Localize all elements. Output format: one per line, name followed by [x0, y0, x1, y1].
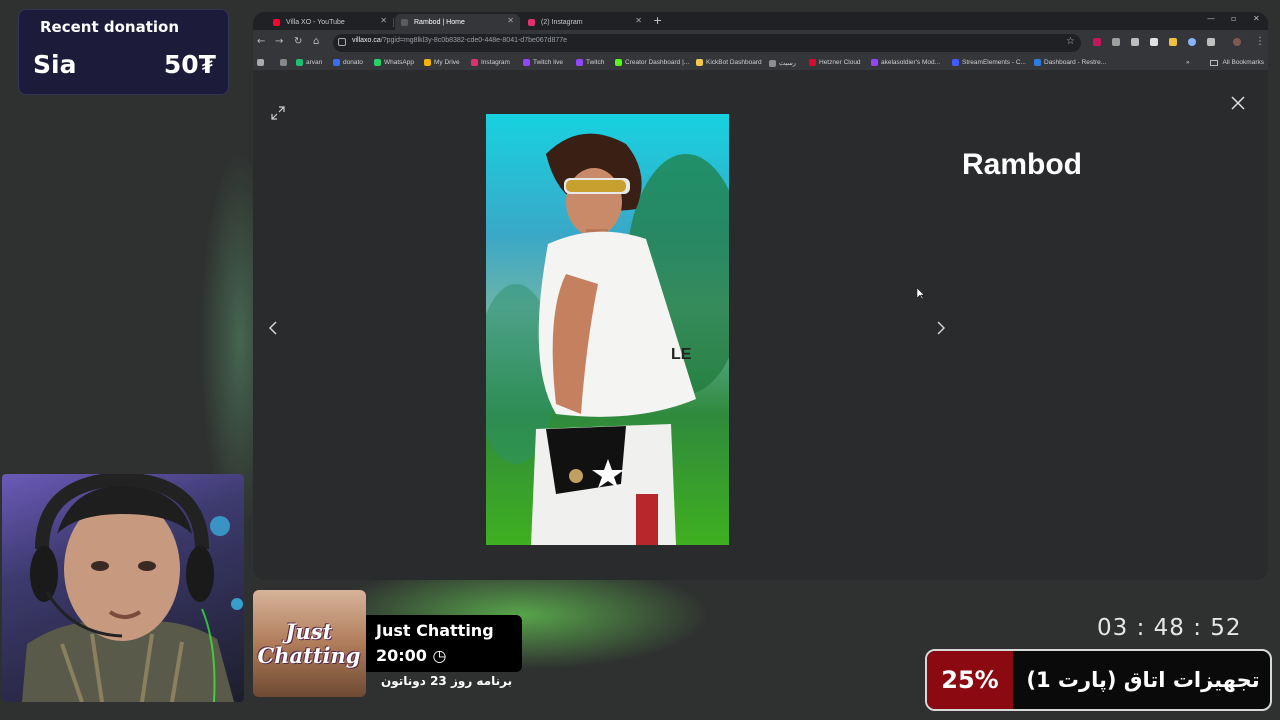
apps-grid-icon[interactable]: [257, 59, 267, 66]
tab-label: Rambod | Home: [414, 18, 465, 26]
bookmark-item[interactable]: Instagram: [471, 59, 510, 66]
tab-label: Villa XO - YouTube: [286, 18, 345, 26]
bookmark-item[interactable]: رسیت: [769, 59, 796, 67]
bookmark-item[interactable]: WhatsApp: [374, 59, 414, 66]
new-tab-button[interactable]: +: [653, 14, 662, 27]
youtube-icon: [273, 18, 280, 26]
forward-icon[interactable]: →: [275, 36, 283, 47]
goal-title: تجهیزات اتاق (پارت 1): [1026, 668, 1260, 692]
tab-instagram[interactable]: (2) Instagram ✕: [522, 14, 648, 30]
profile-photo: LE: [486, 114, 729, 545]
browser-toolbar: ← → ↻ ⌂ villaxo.ca/?pgid=mg8lkl3y-8c0b83…: [253, 30, 1268, 56]
instagram-icon: [528, 18, 535, 26]
bookmark-item[interactable]: donato: [333, 59, 363, 66]
tab-youtube[interactable]: Villa XO - YouTube ✕: [267, 14, 394, 30]
previous-arrow-icon[interactable]: [267, 320, 279, 336]
streamer-image: [22, 474, 243, 702]
bookmark-item[interactable]: [280, 59, 290, 66]
site-info-icon[interactable]: [338, 38, 346, 46]
donation-goal: 25% تجهیزات اتاق (پارت 1): [925, 649, 1272, 711]
more-bookmarks-icon[interactable]: »: [1186, 59, 1190, 66]
just-chatting-logo: Just Chatting: [257, 619, 361, 668]
menu-icon[interactable]: ⋮: [1255, 36, 1265, 47]
address-url: villaxo.ca/?pgid=mg8lkl3y-8c0b8382-cde0-…: [352, 37, 568, 44]
close-tab-icon[interactable]: ✕: [507, 16, 514, 25]
stream-timer: 03 : 48 : 52: [1097, 615, 1242, 641]
bookmark-item[interactable]: My Drive: [424, 59, 460, 66]
webcam-feed: [2, 474, 244, 702]
bookmark-item[interactable]: Hetzner Cloud: [809, 59, 861, 66]
category-time: 20:00 ◷: [376, 646, 447, 665]
image-viewer: LE Rambod: [253, 70, 1268, 580]
tab-bar: Villa XO - YouTube ✕ Rambod | Home ✕ (2)…: [253, 12, 1268, 30]
browser-window: Villa XO - YouTube ✕ Rambod | Home ✕ (2)…: [253, 12, 1268, 580]
bookmark-item[interactable]: Twitch live: [523, 59, 563, 66]
bookmark-item[interactable]: KickBot Dashboard: [696, 59, 762, 66]
category-name: Just Chatting: [376, 621, 494, 640]
tab-rambod-home[interactable]: Rambod | Home ✕: [395, 14, 520, 30]
extension-icon[interactable]: [1188, 38, 1196, 46]
profile-avatar[interactable]: [1233, 38, 1241, 46]
bookmark-item[interactable]: Dashboard - Restre...: [1034, 59, 1106, 66]
minimize-icon[interactable]: —: [1207, 14, 1215, 23]
tab-separator: [393, 18, 394, 27]
reload-icon[interactable]: ↻: [294, 36, 302, 47]
extension-icon[interactable]: [1093, 38, 1101, 46]
extension-icon[interactable]: [1169, 38, 1177, 46]
profile-name: Rambod: [962, 148, 1082, 181]
mouse-cursor-icon: [917, 288, 925, 300]
bookmark-item[interactable]: Twitch: [576, 59, 604, 66]
category-thumbnail: Just Chatting: [253, 590, 366, 697]
person-image: LE: [486, 133, 729, 545]
bookmark-item[interactable]: akelasoldier's Mod...: [871, 59, 940, 66]
donation-title: Recent donation: [40, 18, 179, 36]
goal-percent: 25%: [927, 651, 1013, 709]
maximize-icon[interactable]: ▫: [1231, 14, 1236, 23]
all-bookmarks-folder[interactable]: All Bookmarks: [1210, 59, 1264, 66]
bookmark-item[interactable]: Creator Dashboard |...: [615, 59, 689, 66]
extensions-puzzle-icon[interactable]: [1207, 38, 1215, 46]
clock-icon: ◷: [432, 646, 447, 665]
close-tab-icon[interactable]: ✕: [635, 16, 642, 25]
extension-icon[interactable]: [1150, 38, 1158, 46]
bookmark-item[interactable]: arvan: [296, 59, 322, 66]
close-tab-icon[interactable]: ✕: [380, 16, 387, 25]
shirt-text: LE: [671, 346, 692, 363]
address-bar[interactable]: villaxo.ca/?pgid=mg8lkl3y-8c0b8382-cde0-…: [333, 34, 1081, 52]
schedule-text: برنامه روز 23 دوناتون: [381, 674, 513, 688]
next-arrow-icon[interactable]: [935, 320, 947, 336]
close-icon[interactable]: [1230, 95, 1246, 111]
back-icon[interactable]: ←: [257, 36, 265, 47]
home-icon[interactable]: ⌂: [313, 36, 319, 47]
category-info: Just Chatting 20:00 ◷: [366, 615, 522, 672]
extension-icon[interactable]: [1112, 38, 1120, 46]
bookmark-star-icon[interactable]: ☆: [1066, 36, 1075, 47]
bookmarks-bar: arvan donato WhatsApp My Drive Instagram…: [253, 56, 1268, 70]
donation-amount: 50₮: [163, 50, 216, 79]
close-window-icon[interactable]: ✕: [1253, 14, 1260, 23]
bookmark-item[interactable]: StreamElements - C...: [952, 59, 1026, 66]
site-icon: [401, 18, 408, 26]
recent-donation-card: Recent donation Sia 50₮: [18, 9, 229, 95]
extension-icon[interactable]: [1131, 38, 1139, 46]
expand-icon[interactable]: [271, 106, 285, 120]
donor-name: Sia: [33, 50, 77, 79]
tab-label: (2) Instagram: [541, 18, 583, 26]
